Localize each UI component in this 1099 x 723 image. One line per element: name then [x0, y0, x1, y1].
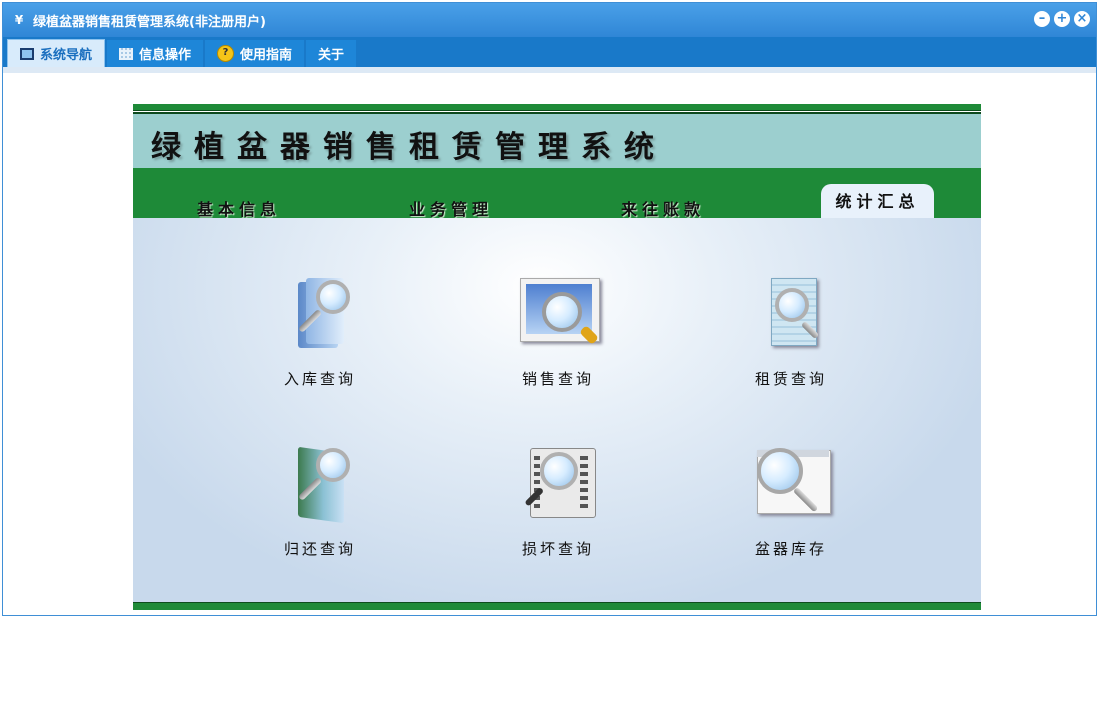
- book-search-icon: [280, 446, 360, 526]
- query-content: 入库查询 销售查询 租赁查询 归还查询 损坏查询 盆器库存: [133, 218, 981, 602]
- maximize-icon[interactable]: +: [1054, 11, 1070, 27]
- tab-user-guide[interactable]: ? 使用指南: [205, 40, 305, 67]
- binder-search-icon: [280, 276, 360, 356]
- close-icon[interactable]: ×: [1074, 11, 1090, 27]
- window-search-icon: [751, 446, 831, 526]
- section-nav: 基本信息 业务管理 来往账款 统计汇总: [133, 168, 981, 220]
- grid-icon: [119, 47, 134, 60]
- tab-system-nav[interactable]: 系统导航: [7, 39, 106, 67]
- tab-info-ops[interactable]: 信息操作: [107, 40, 204, 67]
- query-stock-in[interactable]: 入库查询: [250, 276, 390, 389]
- help-icon: ?: [217, 45, 235, 62]
- main-panel: 绿植盆器销售租赁管理系统 基本信息 业务管理 来往账款 统计汇总 入库查询 销售…: [133, 104, 981, 610]
- banner: 绿植盆器销售租赁管理系统: [133, 112, 981, 170]
- window-controls: – + ×: [1034, 11, 1090, 27]
- nav-statistics[interactable]: 统计汇总: [821, 184, 934, 218]
- title-bar[interactable]: ¥ 绿植盆器销售租赁管理系统(非注册用户) – + ×: [3, 3, 1096, 37]
- top-stripe: [133, 104, 981, 111]
- image-search-icon: [518, 276, 600, 356]
- document-search-icon: [751, 276, 831, 356]
- tab-label: 信息操作: [139, 48, 192, 63]
- query-rental[interactable]: 租赁查询: [721, 276, 861, 389]
- nav-basic-info[interactable]: 基本信息: [197, 196, 281, 220]
- yf-logo-icon: ¥: [14, 13, 24, 27]
- tab-label: 系统导航: [40, 48, 93, 63]
- query-label: 销售查询: [521, 370, 594, 388]
- minimize-icon[interactable]: –: [1034, 11, 1050, 27]
- query-sales[interactable]: 销售查询: [488, 276, 628, 389]
- tab-about[interactable]: 关于: [306, 40, 357, 67]
- banner-title: 绿植盆器销售租赁管理系统: [151, 130, 667, 165]
- monitor-icon: [20, 47, 34, 60]
- window-title: 绿植盆器销售租赁管理系统(非注册用户): [33, 14, 266, 30]
- query-label: 入库查询: [283, 370, 356, 388]
- menu-bar: 系统导航 信息操作 ? 使用指南 关于: [3, 37, 1096, 67]
- query-label: 归还查询: [283, 540, 356, 558]
- menu-underline: [3, 67, 1096, 73]
- tab-label: 关于: [318, 48, 345, 63]
- query-label: 租赁查询: [754, 370, 827, 388]
- tab-label: 使用指南: [240, 48, 293, 63]
- bottom-stripe: [133, 602, 981, 610]
- query-label: 盆器库存: [754, 540, 827, 558]
- query-pot-inventory[interactable]: 盆器库存: [721, 446, 861, 559]
- query-label: 损坏查询: [521, 540, 594, 558]
- query-damage[interactable]: 损坏查询: [488, 446, 628, 559]
- film-search-icon: [518, 446, 598, 526]
- nav-business-mgmt[interactable]: 业务管理: [409, 196, 493, 220]
- nav-accounts[interactable]: 来往账款: [621, 196, 705, 220]
- query-return[interactable]: 归还查询: [250, 446, 390, 559]
